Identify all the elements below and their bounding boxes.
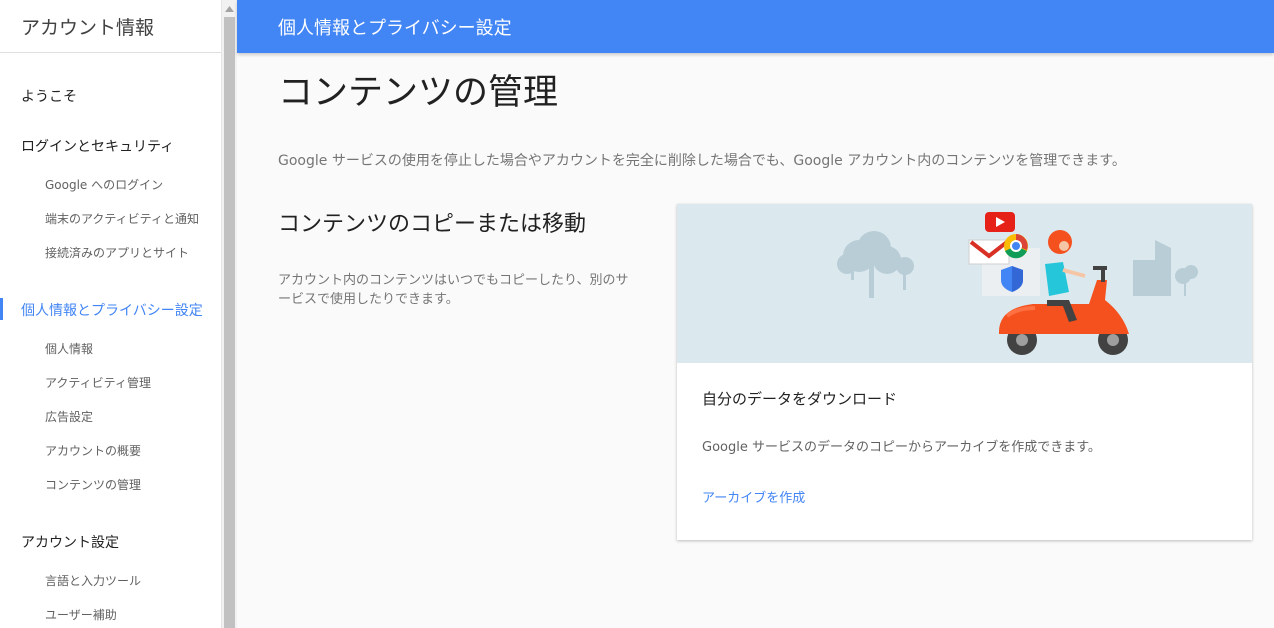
active-indicator	[0, 298, 3, 320]
chrome-icon	[1004, 234, 1028, 259]
sidebar-item-personal-privacy[interactable]: 個人情報とプライバシー設定	[21, 300, 203, 320]
scroll-up-arrow-icon[interactable]	[222, 0, 237, 17]
sidebar-item-personal-info[interactable]: 個人情報	[45, 340, 93, 357]
building-icon	[1133, 240, 1198, 296]
section-description: アカウント内のコンテンツはいつでもコピーしたり、別のサービスで使用したりできます…	[278, 273, 629, 307]
gmail-icon	[968, 239, 1010, 265]
section-title: コンテンツのコピーまたは移動	[278, 212, 587, 237]
sidebar-item-welcome[interactable]: ようこそ	[21, 86, 77, 106]
create-archive-link[interactable]: アーカイブを作成	[702, 487, 805, 506]
tree-icon	[837, 231, 914, 298]
top-app-bar: 個人情報とプライバシー設定	[237, 0, 1274, 53]
sidebar-item-device-activity[interactable]: 端末のアクティビティと通知	[45, 210, 199, 227]
sidebar-item-account-overview[interactable]: アカウントの概要	[45, 442, 141, 459]
sidebar-item-language-input[interactable]: 言語と入力ツール	[45, 572, 141, 589]
page-description: Google サービスの使用を停止した場合やアカウントを完全に削除した場合でも、…	[278, 153, 1126, 169]
sidebar-item-connected-apps[interactable]: 接続済みのアプリとサイト	[45, 244, 189, 261]
sidebar: アカウント情報 ようこそ ログインとセキュリティ Google へのログイン 端…	[0, 0, 221, 628]
sidebar-item-google-login[interactable]: Google へのログイン	[45, 176, 163, 193]
scrollbar-thumb[interactable]	[224, 17, 235, 628]
sidebar-item-activity-controls[interactable]: アクティビティ管理	[45, 374, 151, 391]
sidebar-scrollbar[interactable]	[221, 0, 237, 628]
page-title: コンテンツの管理	[278, 73, 559, 113]
youtube-icon	[985, 212, 1015, 232]
sidebar-item-account-settings[interactable]: アカウント設定	[21, 532, 119, 552]
header-title: 個人情報とプライバシー設定	[278, 17, 512, 39]
sidebar-item-content-management[interactable]: コンテンツの管理	[45, 476, 141, 493]
card-description: Google サービスのデータのコピーからアーカイブを作成できます。	[702, 440, 1101, 455]
download-data-card: 自分のデータをダウンロード Google サービスのデータのコピーからアーカイブ…	[677, 204, 1252, 540]
sidebar-item-login-security[interactable]: ログインとセキュリティ	[21, 136, 174, 156]
sidebar-item-ad-settings[interactable]: 広告設定	[45, 408, 93, 425]
sidebar-title: アカウント情報	[0, 0, 221, 53]
scooter-illustration	[677, 204, 1252, 363]
card-title: 自分のデータをダウンロード	[702, 390, 898, 408]
sidebar-item-accessibility[interactable]: ユーザー補助	[45, 606, 117, 623]
